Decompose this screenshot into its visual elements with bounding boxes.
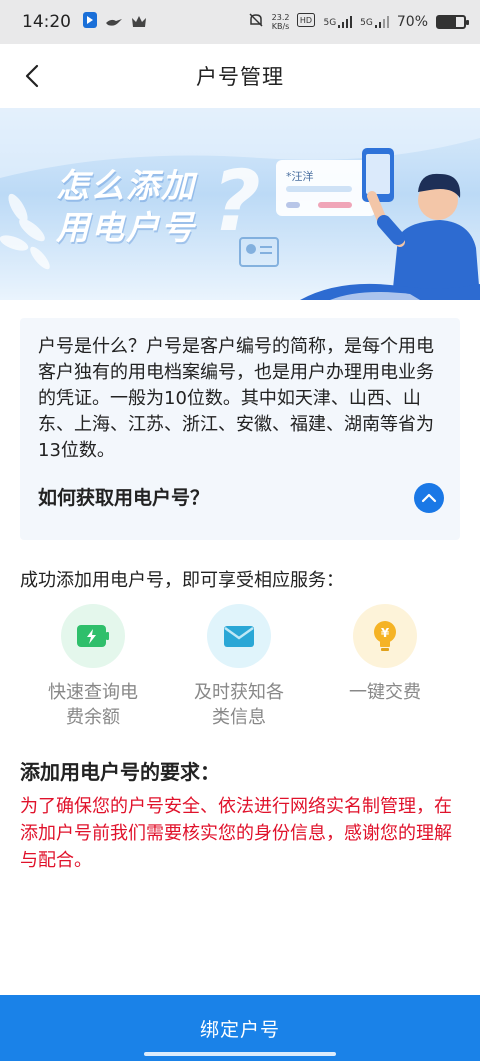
net-speed: 23.2 KB/s	[272, 13, 290, 31]
status-right: 23.2 KB/s HD 5G 5G 70%	[248, 12, 469, 32]
services-title: 成功添加用电户号，即可享受相应服务：	[20, 570, 344, 591]
mute-icon	[248, 12, 264, 32]
net-speed-unit: KB/s	[271, 22, 290, 31]
bird-icon	[105, 13, 123, 32]
service-balance: 快速查询电 费余额	[28, 604, 158, 730]
svg-text:¥: ¥	[381, 626, 390, 640]
back-button[interactable]	[14, 58, 50, 94]
lightbulb-icon: ¥	[374, 621, 396, 651]
battery-icon	[77, 625, 109, 647]
status-bar: 14:20 23.2 KB/s HD 5G 5G 70%	[0, 0, 480, 44]
service-notify: 及时获知各 类信息	[174, 604, 304, 730]
signal-2-label: 5G	[360, 18, 373, 28]
collapse-button[interactable]	[414, 483, 444, 513]
battery-level	[438, 17, 457, 27]
hd-icon: HD	[297, 13, 316, 31]
info-text: 户号是什么？户号是客户编号的简称，是每个用电客户独有的用电档案编号，也是用户办理…	[38, 336, 434, 461]
service-label: 及时获知各 类信息	[194, 682, 284, 728]
svg-text:HD: HD	[300, 16, 312, 25]
page-title: 户号管理	[196, 65, 284, 89]
service-icon-circle	[207, 604, 271, 668]
net-speed-value: 23.2	[271, 13, 290, 22]
signal-icon-1: 5G	[323, 16, 353, 28]
chevron-up-icon	[421, 493, 437, 503]
info-card: 户号是什么？户号是客户编号的简称，是每个用电客户独有的用电档案编号，也是用户办理…	[20, 318, 460, 540]
service-icon-circle	[61, 604, 125, 668]
home-indicator	[144, 1052, 336, 1056]
status-time: 14:20	[22, 12, 71, 32]
app-notification-icon	[83, 12, 97, 32]
requirements-title: 添加用电户号的要求：	[20, 760, 220, 784]
banner-title-line1: 怎么添加	[56, 166, 196, 205]
banner-title-line2: 用电户号	[56, 208, 196, 247]
banner-title: 怎么添加 用电户号	[56, 165, 196, 249]
battery-icon	[436, 15, 469, 29]
envelope-icon	[224, 626, 254, 647]
back-arrow-icon	[25, 64, 39, 88]
battery-percent: 70%	[396, 14, 428, 30]
signal-1-label: 5G	[323, 18, 337, 28]
banner-card-name: *汪洋	[286, 170, 314, 183]
banner: ? 怎么添加 用电户号 *汪洋	[0, 108, 480, 300]
requirements-text: 为了确保您的户号安全、依法进行网络实名制管理，在添加户号前我们需要核实您的身份信…	[20, 796, 452, 871]
service-icon-circle: ¥	[353, 604, 417, 668]
service-label: 一键交费	[349, 682, 421, 703]
info-question: 如何获取用电户号？	[38, 487, 210, 509]
nav-bar: 户号管理	[0, 44, 480, 108]
signal-icon-2: 5G	[360, 16, 389, 28]
service-label: 快速查询电 费余额	[48, 682, 138, 728]
status-app-icons	[83, 12, 147, 32]
svg-text:?: ?	[212, 152, 261, 250]
service-pay: ¥ 一键交费	[320, 604, 450, 705]
crown-icon	[131, 13, 147, 32]
